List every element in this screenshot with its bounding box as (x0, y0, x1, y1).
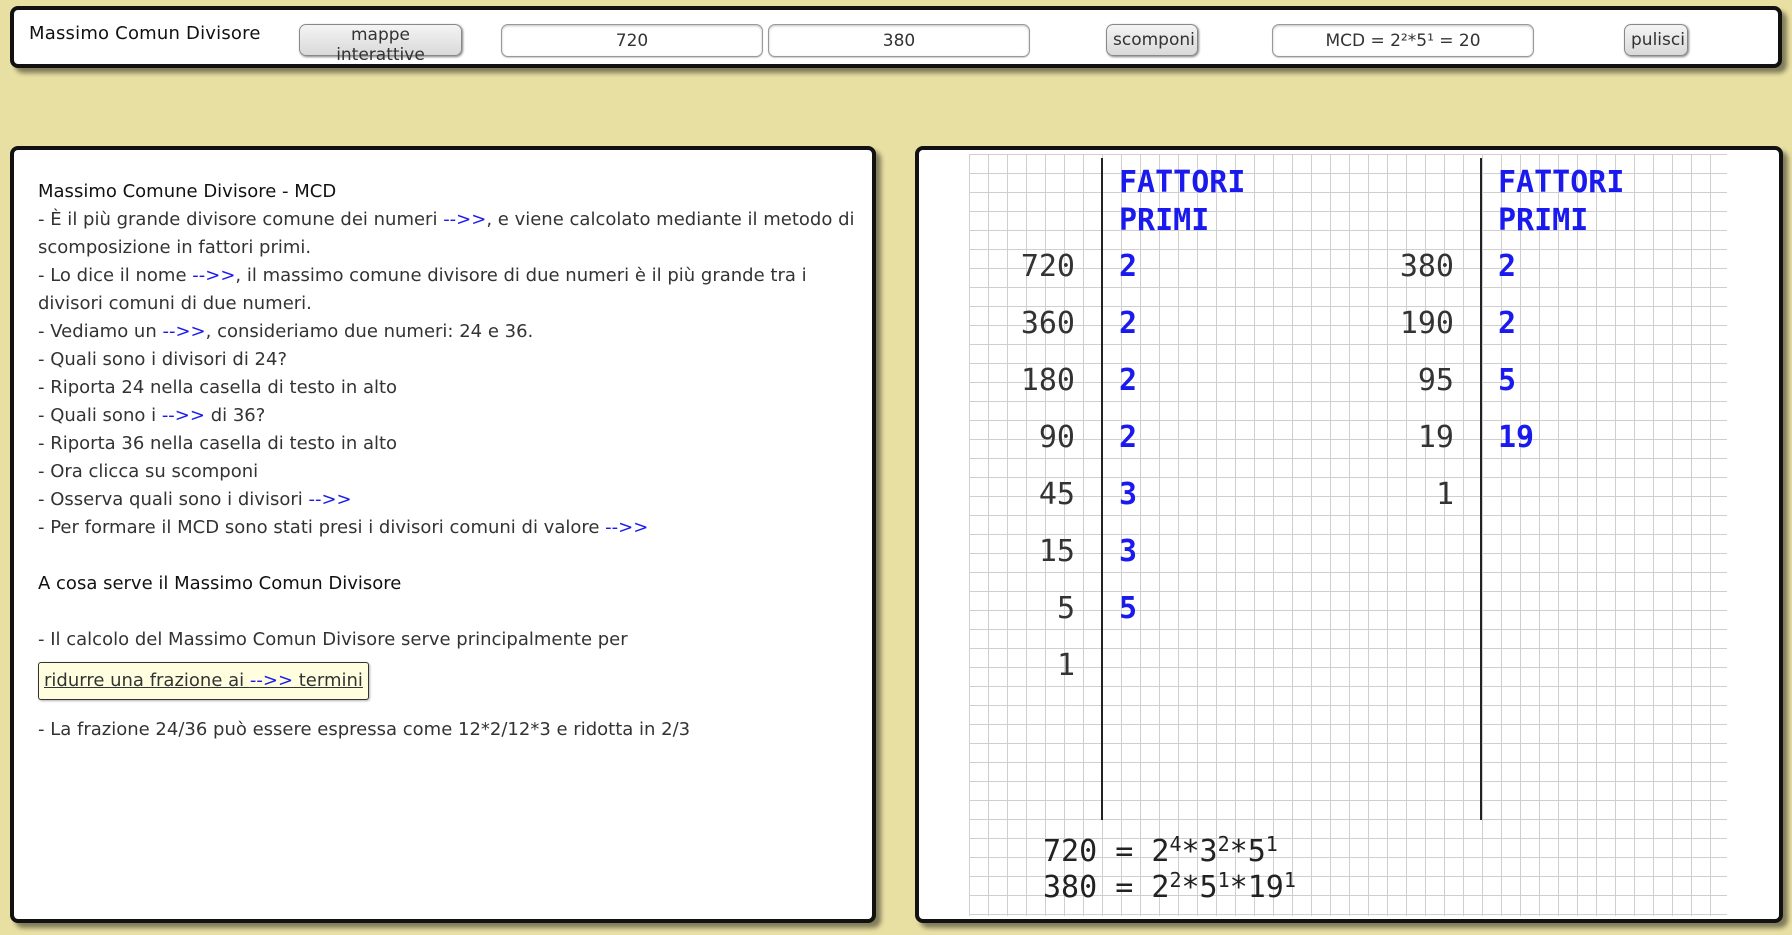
arrow-link[interactable]: -->> (250, 670, 293, 691)
result-base: 5 (1199, 870, 1218, 905)
info-line-8: - Ora clicca su scomponi (38, 461, 259, 482)
arrow-link[interactable]: -->> (443, 209, 486, 230)
multiply-sign: * (1229, 834, 1248, 869)
right-number: 1 (1435, 477, 1454, 512)
result-base: 19 (1247, 870, 1284, 905)
right-factor: 2 (1498, 249, 1517, 284)
info-line-2: - Lo dice il nome -->>, il massimo comun… (38, 262, 858, 318)
multiply-sign: * (1181, 834, 1200, 869)
prime-factors-title-left: FATTORI PRIMI (1119, 164, 1245, 240)
title-line: PRIMI (1119, 203, 1210, 238)
decompose-button[interactable]: scomponi (1106, 24, 1198, 56)
left-number: 15 (1038, 534, 1075, 569)
left-factor: 2 (1119, 249, 1138, 284)
info-text-segment: - Quali sono i (38, 405, 162, 426)
clear-button[interactable]: pulisci (1624, 24, 1688, 56)
result-exponent: 2 (1169, 868, 1182, 892)
info-panel: Massimo Comune Divisore - MCD - È il più… (10, 146, 876, 923)
info-line-1: - È il più grande divisore comune dei nu… (38, 206, 858, 262)
section-heading: A cosa serve il Massimo Comun Divisore (38, 573, 402, 594)
result-exponent: 1 (1283, 868, 1296, 892)
info-text-segment: - Lo dice il nome (38, 265, 193, 286)
left-number: 1 (1056, 648, 1075, 683)
left-factor: 5 (1119, 591, 1138, 626)
left-factor: 3 (1119, 534, 1138, 569)
divider-line-right (1480, 158, 1482, 820)
prime-factors-title-right: FATTORI PRIMI (1498, 164, 1624, 240)
link-text: ridurre una frazione ai (44, 670, 250, 691)
result-exponent: 1 (1265, 832, 1278, 856)
right-factor: 2 (1498, 306, 1517, 341)
left-number: 360 (1020, 306, 1075, 341)
info-line-12: - La frazione 24/36 può essere espressa … (38, 719, 691, 740)
second-number-input[interactable] (768, 24, 1030, 57)
info-text: Massimo Comune Divisore - MCD - È il più… (38, 178, 858, 744)
result-base: 2 (1151, 870, 1170, 905)
title-line: FATTORI (1119, 165, 1246, 200)
factorization-result-2: 380 = 22*51*191 (1043, 870, 1296, 906)
info-text-segment: - È il più grande divisore comune dei nu… (38, 209, 444, 230)
divider-line-left (1101, 158, 1103, 820)
right-factor: 5 (1498, 363, 1517, 398)
result-base: 5 (1247, 834, 1266, 869)
interactive-maps-button[interactable]: mappe interattive (299, 24, 462, 65)
multiply-sign: * (1229, 870, 1248, 905)
left-number: 180 (1020, 363, 1075, 398)
left-number: 90 (1038, 420, 1075, 455)
info-line-6: - Quali sono i -->> di 36? (38, 402, 858, 430)
info-line-4: - Quali sono i divisori di 24? (38, 349, 288, 370)
arrow-link[interactable]: -->> (192, 265, 235, 286)
info-heading: Massimo Comune Divisore - MCD (38, 181, 337, 202)
arrow-link[interactable]: -->> (162, 321, 205, 342)
link-text: termini (293, 670, 363, 691)
result-exponent: 2 (1217, 832, 1230, 856)
right-number: 19 (1417, 420, 1454, 455)
result-exponent: 4 (1169, 832, 1182, 856)
info-line-7: - Riporta 36 nella casella di testo in a… (38, 433, 398, 454)
arrow-link[interactable]: -->> (605, 517, 648, 538)
info-line-5: - Riporta 24 nella casella di testo in a… (38, 377, 398, 398)
result-exponent: 1 (1217, 868, 1230, 892)
toolbar: Massimo Comun Divisore mappe interattive… (10, 6, 1782, 68)
left-number: 720 (1020, 249, 1075, 284)
result-field[interactable] (1272, 24, 1534, 57)
multiply-sign: * (1181, 870, 1200, 905)
info-line-3: - Vediamo un -->>, consideriamo due nume… (38, 318, 858, 346)
result-prefix: 720 = (1043, 834, 1152, 869)
info-line-11: - Il calcolo del Massimo Comun Divisore … (38, 629, 628, 650)
title-line: FATTORI (1498, 165, 1625, 200)
arrow-link[interactable]: -->> (162, 405, 205, 426)
info-line-10: - Per formare il MCD sono stati presi i … (38, 514, 858, 542)
left-factor: 2 (1119, 306, 1138, 341)
info-text-segment: - Osserva quali sono i divisori (38, 489, 309, 510)
result-base: 2 (1151, 834, 1170, 869)
worksheet-panel: FATTORI PRIMI FATTORI PRIMI 720 360 180 90 4… (915, 146, 1783, 923)
info-text-segment: di 36? (204, 405, 266, 426)
info-text-segment: , consideriamo due numeri: 24 e 36. (205, 321, 534, 342)
right-number: 95 (1417, 363, 1454, 398)
arrow-link[interactable]: -->> (308, 489, 351, 510)
left-factor: 2 (1119, 363, 1138, 398)
info-line-9: - Osserva quali sono i divisori -->> (38, 486, 858, 514)
info-text-segment: - Vediamo un (38, 321, 163, 342)
result-base: 3 (1199, 834, 1218, 869)
first-number-input[interactable] (501, 24, 763, 57)
left-factor: 2 (1119, 420, 1138, 455)
left-number: 45 (1038, 477, 1075, 512)
app-title: Massimo Comun Divisore (29, 23, 261, 44)
result-prefix: 380 = (1043, 870, 1152, 905)
left-factor: 3 (1119, 477, 1138, 512)
right-number: 380 (1399, 249, 1454, 284)
reduce-fraction-link[interactable]: ridurre una frazione ai -->> termini (38, 662, 369, 700)
factorization-result-1: 720 = 24*32*51 (1043, 834, 1278, 870)
title-line: PRIMI (1498, 203, 1589, 238)
info-text-segment: - Per formare il MCD sono stati presi i … (38, 517, 606, 538)
left-number: 5 (1056, 591, 1075, 626)
right-factor: 19 (1498, 420, 1535, 455)
right-number: 190 (1399, 306, 1454, 341)
grid-paper: FATTORI PRIMI FATTORI PRIMI 720 360 180 90 4… (969, 154, 1727, 916)
